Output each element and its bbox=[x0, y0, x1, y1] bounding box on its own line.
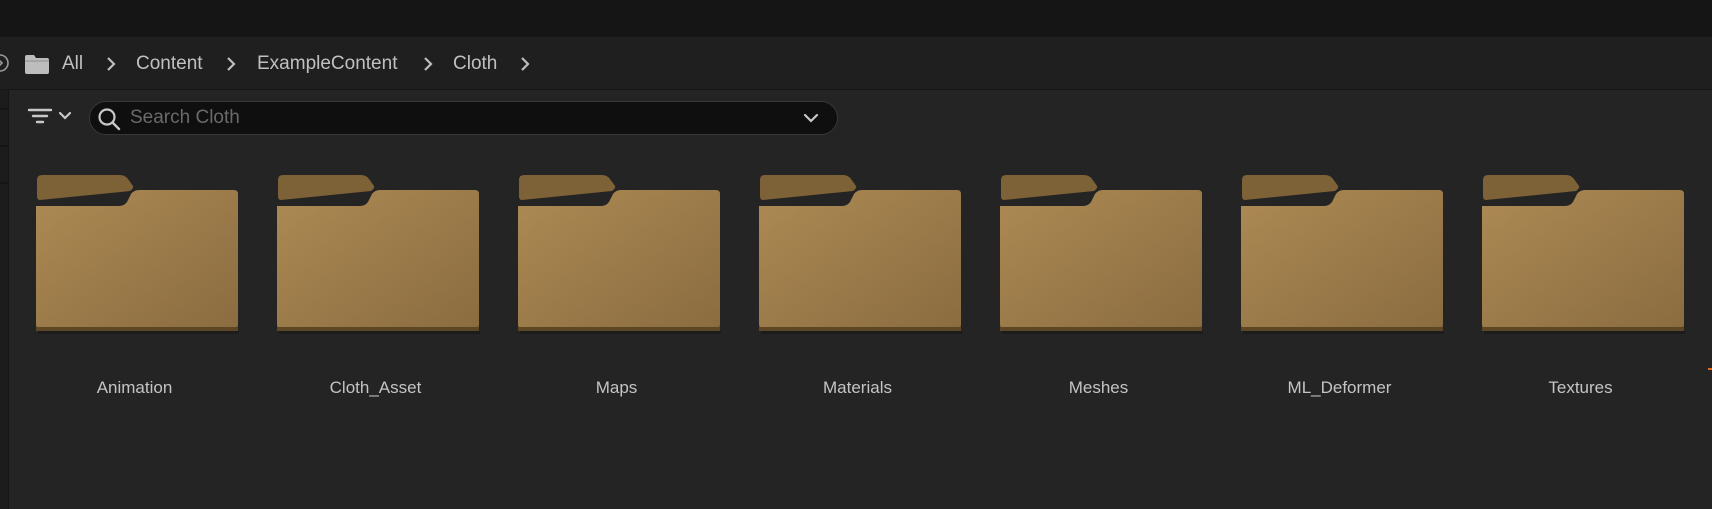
divider bbox=[0, 182, 9, 184]
chevron-right-icon[interactable] bbox=[224, 56, 238, 72]
breadcrumb-all[interactable]: All bbox=[62, 51, 83, 77]
folder-icon bbox=[1482, 175, 1685, 334]
folder-label: Materials bbox=[823, 378, 892, 397]
folder-tile-textures[interactable]: Textures bbox=[1480, 168, 1712, 413]
folder-tile-animation[interactable]: Animation bbox=[34, 168, 275, 413]
resize-handle[interactable] bbox=[1708, 368, 1712, 370]
chevron-down-icon[interactable] bbox=[802, 111, 820, 125]
folder-tile-meshes[interactable]: Meshes bbox=[998, 168, 1239, 413]
folder-label: ML_Deformer bbox=[1287, 378, 1392, 397]
chevron-right-icon[interactable] bbox=[104, 56, 118, 72]
folder-icon bbox=[759, 175, 962, 334]
folder-label: Maps bbox=[595, 378, 638, 397]
chevron-right-icon[interactable] bbox=[518, 56, 532, 72]
filter-icon[interactable] bbox=[26, 103, 76, 131]
title-bar bbox=[0, 0, 1712, 37]
folder-icon[interactable] bbox=[24, 54, 50, 75]
path-bar: All Content ExampleContent Cloth bbox=[0, 37, 1712, 90]
folder-label: Cloth_Asset bbox=[329, 378, 422, 397]
breadcrumb-examplecontent[interactable]: ExampleContent bbox=[257, 51, 397, 77]
divider bbox=[0, 108, 9, 110]
side-panel-edge[interactable] bbox=[0, 90, 9, 509]
folder-label: Animation bbox=[96, 378, 173, 397]
folder-icon bbox=[36, 175, 239, 334]
chevron-right-icon[interactable] bbox=[421, 56, 435, 72]
folder-label: Textures bbox=[1548, 378, 1613, 397]
breadcrumb-cloth[interactable]: Cloth bbox=[453, 51, 497, 77]
folder-icon bbox=[1241, 175, 1444, 334]
folder-label: Meshes bbox=[1068, 378, 1129, 397]
folder-tile-maps[interactable]: Maps bbox=[516, 168, 757, 413]
breadcrumb-content[interactable]: Content bbox=[136, 51, 203, 77]
folder-icon bbox=[1000, 175, 1203, 334]
folder-tile-cloth-asset[interactable]: Cloth_Asset bbox=[275, 168, 516, 413]
search-icon bbox=[98, 108, 121, 131]
divider bbox=[0, 145, 9, 147]
folder-tile-materials[interactable]: Materials bbox=[757, 168, 998, 413]
folder-icon bbox=[518, 175, 721, 334]
history-icon[interactable] bbox=[0, 53, 10, 73]
search-input[interactable] bbox=[130, 102, 780, 134]
folder-icon bbox=[277, 175, 480, 334]
folder-tile-ml-deformer[interactable]: ML_Deformer bbox=[1239, 168, 1480, 413]
search-box[interactable] bbox=[89, 101, 838, 135]
